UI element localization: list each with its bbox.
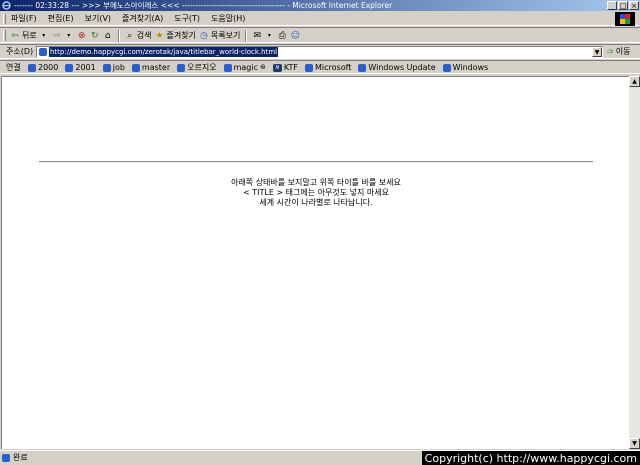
search-label: 검색 bbox=[136, 31, 152, 40]
link-microsoft[interactable]: Microsoft bbox=[305, 61, 351, 74]
status-text: 완료 bbox=[13, 453, 28, 462]
link-orgio[interactable]: 오르지오 bbox=[177, 61, 217, 74]
link-label: 2001 bbox=[75, 63, 96, 72]
toolbar-separator bbox=[117, 29, 120, 42]
links-bar: 연결 2000 2001 job master 오르지오 magic ⊛ N KTF… bbox=[0, 60, 640, 74]
link-magic[interactable]: magic ⊛ bbox=[223, 61, 266, 74]
ie-logo-icon bbox=[2, 1, 11, 10]
magic-badge-icon: ⊛ bbox=[260, 63, 266, 71]
link-master[interactable]: master bbox=[131, 61, 171, 74]
history-label: 목록보기 bbox=[210, 31, 241, 40]
history-icon: ◷ bbox=[199, 30, 208, 41]
address-dropdown-icon[interactable]: ▼ bbox=[592, 47, 602, 57]
horizontal-rule bbox=[39, 161, 593, 163]
copyright-banner: Copyright(c) http://www.happycgi.com bbox=[421, 451, 640, 465]
go-arrow-icon: ➩ bbox=[607, 47, 614, 56]
address-bar: 주소(D) http://demo.happycgi.com/zerotak/j… bbox=[0, 44, 640, 59]
home-icon[interactable]: ⌂ bbox=[103, 31, 113, 41]
links-label: 연결 bbox=[6, 63, 21, 72]
vertical-scrollbar[interactable]: ▲ ▼ bbox=[629, 76, 640, 449]
link-label: job bbox=[112, 63, 125, 72]
link-label: 오르지오 bbox=[187, 63, 217, 72]
address-url[interactable]: http://demo.happycgi.com/zerotak/java/ti… bbox=[49, 47, 279, 57]
refresh-icon[interactable]: ↻ bbox=[90, 31, 100, 41]
menu-edit[interactable]: 편집(E) bbox=[48, 12, 74, 26]
menu-file[interactable]: 파일(F) bbox=[11, 12, 37, 26]
menu-bar: 파일(F) 편집(E) 보기(V) 즐겨찾기(A) 도구(T) 도움말(H) bbox=[0, 12, 640, 26]
favorites-icon: ★ bbox=[155, 30, 164, 41]
address-label: 주소(D) bbox=[6, 47, 34, 56]
menu-tools[interactable]: 도구(T) bbox=[174, 12, 200, 26]
go-button[interactable]: ➩ 이동 bbox=[607, 46, 630, 58]
page-icon bbox=[305, 63, 313, 72]
mail-icon: ✉ bbox=[253, 30, 262, 41]
back-arrow-icon: ⇦ bbox=[11, 30, 19, 41]
page-icon bbox=[65, 63, 74, 72]
history-button[interactable]: ◷ 목록보기 bbox=[199, 29, 240, 43]
go-label: 이동 bbox=[615, 47, 631, 56]
page-icon bbox=[442, 63, 451, 72]
standard-toolbar: ⇦ 뒤로 ▾ ⇨ ▾ ⊗ ↻ ⌂ ⌕ 검색 ★ 즐겨찾기 ◷ 목록보기 ✉ ▾ … bbox=[0, 27, 640, 43]
windows-logo-throbber bbox=[615, 12, 635, 26]
forward-arrow-icon: ⇨ bbox=[52, 30, 61, 41]
link-label: KTF bbox=[283, 63, 298, 72]
link-label: 2000 bbox=[38, 63, 59, 72]
dropdown-arrow-icon: ▾ bbox=[67, 31, 71, 39]
messenger-icon[interactable]: ☺ bbox=[290, 31, 300, 41]
link-2000[interactable]: 2000 bbox=[28, 61, 58, 74]
page-icon bbox=[39, 48, 47, 56]
scroll-down-icon[interactable]: ▼ bbox=[629, 438, 640, 449]
link-2001[interactable]: 2001 bbox=[65, 61, 96, 74]
forward-button[interactable]: ⇨ ▾ bbox=[52, 29, 74, 43]
window-title: ------- 02:33:28 --- >>> 부에노스아이레스 <<< --… bbox=[14, 1, 393, 10]
minimize-button[interactable]: _ bbox=[607, 1, 617, 10]
link-windows-update[interactable]: Windows Update bbox=[358, 61, 436, 74]
windows-flag-icon bbox=[620, 14, 630, 24]
toolbar-grip[interactable] bbox=[3, 30, 6, 41]
mail-button[interactable]: ✉ ▾ bbox=[252, 29, 274, 43]
back-button[interactable]: ⇦ 뒤로 ▾ bbox=[10, 29, 49, 43]
menu-help[interactable]: 도움말(H) bbox=[211, 12, 245, 26]
link-label: Windows bbox=[452, 63, 489, 72]
maximize-button[interactable]: □ bbox=[618, 1, 628, 10]
instruction-line: 세계 시간이 나라별로 나타납니다. bbox=[259, 198, 373, 207]
page-icon bbox=[358, 63, 367, 72]
favorites-button[interactable]: ★ 즐겨찾기 bbox=[154, 29, 196, 43]
search-icon: ⌕ bbox=[127, 30, 133, 41]
instruction-line: < TITLE > 태그에는 아무것도 넣지 마세요 bbox=[243, 188, 389, 197]
menu-view[interactable]: 보기(V) bbox=[85, 12, 111, 26]
link-windows[interactable]: Windows bbox=[442, 61, 489, 74]
close-button[interactable]: × bbox=[629, 1, 639, 10]
page-icon bbox=[28, 63, 36, 72]
link-label: magic bbox=[233, 63, 258, 72]
print-icon[interactable]: ⎙ bbox=[277, 31, 287, 41]
ktf-logo-icon: N bbox=[272, 63, 282, 72]
address-input[interactable]: http://demo.happycgi.com/zerotak/java/ti… bbox=[36, 46, 603, 58]
link-job[interactable]: job bbox=[102, 61, 125, 74]
link-ktf[interactable]: N KTF bbox=[272, 61, 298, 74]
page-icon bbox=[223, 63, 232, 72]
window-titlebar: ------- 02:33:28 --- >>> 부에노스아이레스 <<< --… bbox=[0, 0, 640, 11]
dropdown-arrow-icon: ▾ bbox=[42, 31, 46, 39]
link-label: master bbox=[141, 63, 171, 72]
page-icon bbox=[131, 63, 140, 72]
search-button[interactable]: ⌕ 검색 bbox=[125, 29, 152, 43]
page-icon bbox=[102, 63, 111, 72]
link-label: Windows Update bbox=[368, 63, 436, 72]
favorites-label: 즐겨찾기 bbox=[166, 31, 196, 40]
menu-favorites[interactable]: 즐겨찾기(A) bbox=[122, 12, 163, 26]
toolbar-separator bbox=[245, 29, 248, 42]
page-done-icon bbox=[2, 454, 10, 462]
stop-icon[interactable]: ⊗ bbox=[77, 31, 87, 41]
dropdown-arrow-icon: ▾ bbox=[267, 31, 271, 39]
status-bar: 완료 Copyright(c) http://www.happycgi.com bbox=[0, 450, 640, 465]
page-icon bbox=[177, 63, 186, 72]
menu-grip[interactable] bbox=[3, 14, 6, 24]
back-label: 뒤로 bbox=[22, 31, 37, 40]
page-content: 아래쪽 상태바를 보지말고 위쪽 타이틀 바를 보세요 < TITLE > 태그… bbox=[1, 76, 629, 449]
instruction-line: 아래쪽 상태바를 보지말고 위쪽 타이틀 바를 보세요 bbox=[231, 178, 401, 187]
scroll-up-icon[interactable]: ▲ bbox=[629, 76, 640, 87]
window-controls: _ □ × bbox=[607, 1, 639, 10]
link-label: Microsoft bbox=[315, 63, 352, 72]
